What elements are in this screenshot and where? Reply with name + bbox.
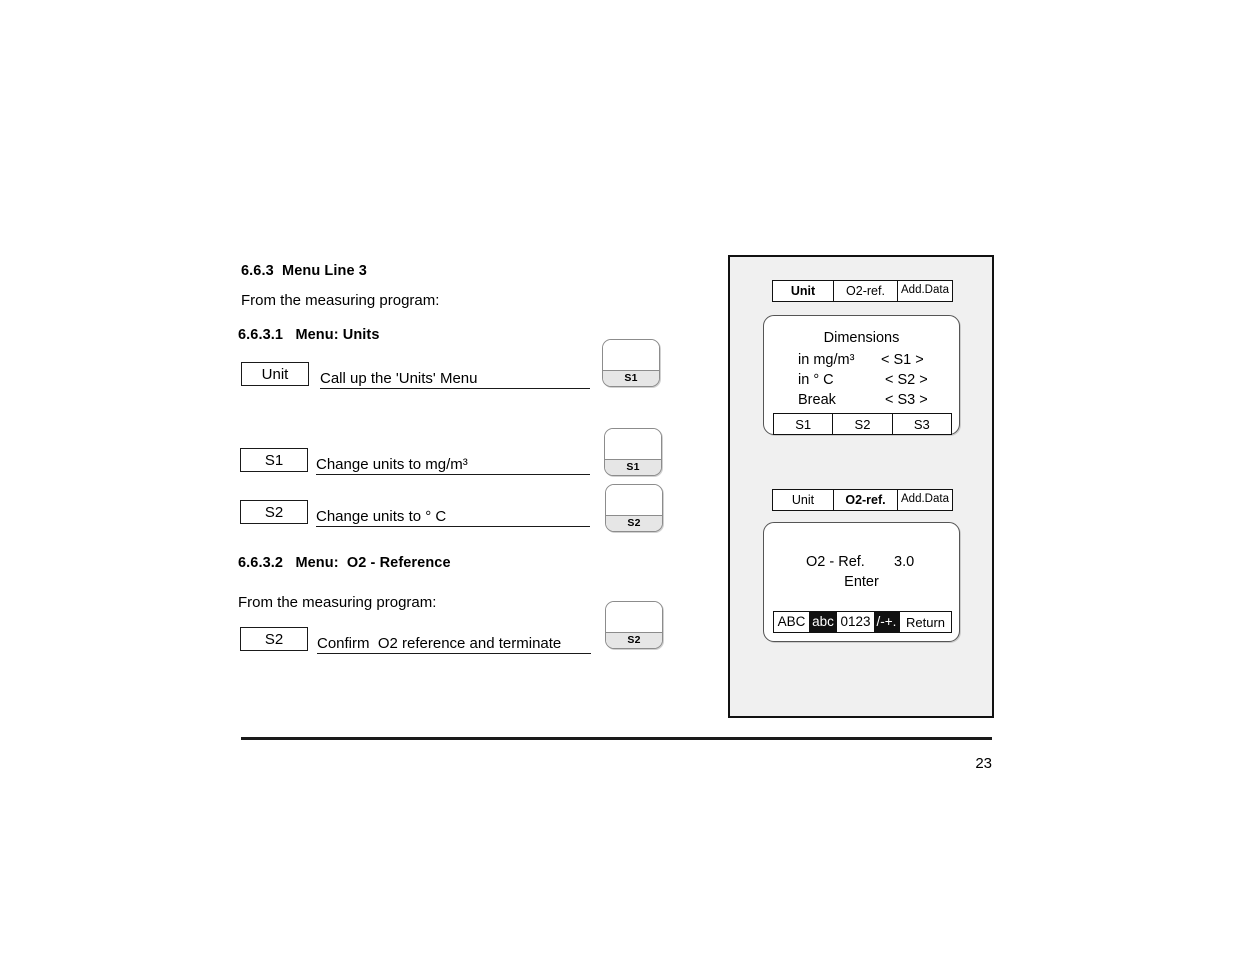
hardware-key-3[interactable]: S2: [605, 484, 663, 532]
lcd-row-value-2: < S2 >: [885, 372, 928, 388]
hardware-key-cap-1: [603, 340, 659, 370]
step-key-label-2: S1: [264, 451, 284, 469]
section-heading: 6.6.3 Menu Line 3: [241, 263, 367, 279]
charset-cell-abc-upper[interactable]: ABC: [774, 612, 809, 632]
subsection-title-1: Menu: Units: [295, 327, 380, 343]
charset-cell-symbols[interactable]: /-+.: [874, 612, 899, 632]
step-action-rule-4: [317, 653, 591, 654]
softkey-s2[interactable]: S2: [832, 414, 891, 434]
lcd-screen-units: Dimensions in mg/m³ < S1 > in ° C < S2 >…: [763, 315, 960, 435]
hardware-key-label-4: S2: [606, 632, 662, 648]
hardware-key-4[interactable]: S2: [605, 601, 663, 649]
charset-selector-row: ABC abc 0123 /-+. Return: [773, 611, 952, 633]
hardware-key-label-1: S1: [603, 370, 659, 386]
lcd-row-label-1: in mg/m³: [798, 352, 855, 368]
hardware-key-2[interactable]: S1: [604, 428, 662, 476]
tab-o2ref-1[interactable]: O2-ref.: [833, 281, 897, 301]
hardware-key-cap-2: [605, 429, 661, 459]
softkey-s3[interactable]: S3: [891, 414, 951, 434]
step-action-rule-3: [316, 526, 590, 527]
hardware-key-cap-3: [606, 485, 662, 515]
subsection-number-2: 6.6.3.2: [238, 555, 284, 571]
lcd-softkey-row-units: S1 S2 S3: [773, 413, 952, 435]
hardware-key-cap-4: [606, 602, 662, 632]
step-action-rule-1: [320, 388, 590, 389]
page-number: 23: [975, 755, 992, 772]
section-number: 6.6.3: [241, 263, 274, 279]
lcd-o2ref-label: O2 - Ref.: [806, 554, 865, 570]
step-action-3: Change units to ° C: [316, 508, 590, 527]
hardware-key-label-3: S2: [606, 515, 662, 531]
device-illustration-panel: Unit O2-ref. Add.Data Dimensions in mg/m…: [728, 255, 994, 718]
tab-unit-1[interactable]: Unit: [773, 281, 833, 301]
tab-o2ref-2[interactable]: O2-ref.: [833, 490, 897, 510]
lcd-screen-o2ref: O2 - Ref. 3.0 Enter ABC abc 0123 /-+. Re…: [763, 522, 960, 642]
step-key-box-4[interactable]: S2: [240, 627, 308, 651]
step-key-label-4: S2: [264, 630, 284, 648]
step-action-text-4: Confirm O2 reference and terminate: [317, 635, 562, 652]
step-action-rule-2: [316, 474, 590, 475]
step-action-text-3: Change units to ° C: [316, 508, 447, 525]
charset-cell-abc-lower[interactable]: abc: [809, 612, 837, 632]
tab-strip-units: Unit O2-ref. Add.Data: [772, 280, 953, 302]
step-key-box-3[interactable]: S2: [240, 500, 308, 524]
lcd-row-value-1: < S1 >: [881, 352, 924, 368]
lcd-row-label-2: in ° C: [798, 372, 834, 388]
tab-strip-o2ref: Unit O2-ref. Add.Data: [772, 489, 953, 511]
softkey-s1[interactable]: S1: [774, 414, 832, 434]
lcd-title-dimensions: Dimensions: [823, 330, 900, 346]
step-key-box-2[interactable]: S1: [240, 448, 308, 472]
subsection-heading-1: 6.6.3.1 Menu: Units: [238, 327, 380, 343]
lcd-row-label-3: Break: [798, 392, 836, 408]
lcd-o2ref-prompt: Enter: [844, 574, 879, 590]
subsection-heading-2: 6.6.3.2 Menu: O2 - Reference: [238, 555, 451, 571]
charset-cell-return[interactable]: Return: [899, 612, 951, 632]
step-action-text-2: Change units to mg/m³: [316, 456, 468, 473]
step-key-label-3: S2: [264, 503, 284, 521]
subsection-number-1: 6.6.3.1: [238, 327, 284, 343]
intro-text-2: From the measuring program:: [238, 594, 437, 611]
step-action-1: Call up the 'Units' Menu: [320, 370, 590, 389]
step-action-4: Confirm O2 reference and terminate: [317, 635, 591, 654]
step-key-box-1[interactable]: Unit: [241, 362, 309, 386]
lcd-row-value-3: < S3 >: [885, 392, 928, 408]
hardware-key-1[interactable]: S1: [602, 339, 660, 387]
subsection-title-2: Menu: O2 - Reference: [295, 555, 451, 571]
tab-unit-2[interactable]: Unit: [773, 490, 833, 510]
section-title: Menu Line 3: [282, 263, 367, 279]
charset-cell-digits[interactable]: 0123: [837, 612, 874, 632]
hardware-key-label-2: S1: [605, 459, 661, 475]
tab-adddata-2[interactable]: Add.Data: [897, 490, 952, 510]
tab-adddata-1[interactable]: Add.Data: [897, 281, 952, 301]
step-action-text-1: Call up the 'Units' Menu: [320, 370, 478, 387]
step-action-2: Change units to mg/m³: [316, 456, 590, 475]
footer-divider: [241, 737, 992, 740]
intro-text-1: From the measuring program:: [241, 292, 440, 309]
step-key-label-1: Unit: [261, 365, 289, 383]
lcd-o2ref-value: 3.0: [894, 554, 915, 570]
